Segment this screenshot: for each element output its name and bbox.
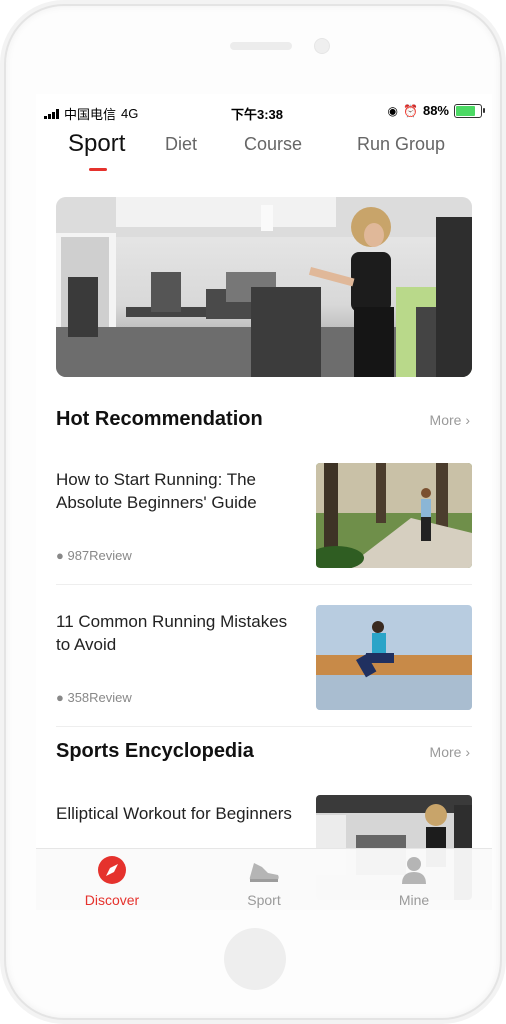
- carrier-label: 中国电信: [64, 107, 117, 122]
- status-right: ◉ ⏰ 88%: [387, 103, 485, 118]
- sneaker-icon: [249, 863, 279, 882]
- article-title: 11 Common Running Mistakes to Avoid: [56, 612, 288, 654]
- divider: [56, 726, 472, 727]
- tab-label: Mine: [398, 892, 430, 908]
- battery-percent: 88%: [422, 103, 449, 118]
- rotation-lock-icon: ◉: [387, 103, 399, 118]
- hot-recommendation-title: Hot Recommendation: [56, 408, 263, 430]
- alarm-icon: ⏰: [403, 103, 418, 118]
- tab-mine[interactable]: Mine: [354, 855, 474, 908]
- status-bar: 中国电信 4G 下午3:38 ◉ ⏰ 88%: [36, 94, 492, 128]
- article-thumbnail: [316, 605, 472, 710]
- network-label: 4G: [121, 106, 139, 121]
- more-label: More: [429, 412, 462, 428]
- tab-run-group[interactable]: Run Group: [357, 134, 445, 155]
- phone-camera: [314, 38, 330, 54]
- app-screen: 中国电信 4G 下午3:38 ◉ ⏰ 88% Sport Diet Course…: [36, 94, 492, 910]
- gym-illustration: [56, 197, 472, 377]
- review-count: 358Review: [67, 690, 132, 705]
- more-label: More: [429, 744, 462, 760]
- status-left: 中国电信 4G: [44, 104, 138, 123]
- person-icon: [402, 857, 426, 884]
- sports-encyclopedia-title: Sports Encyclopedia: [56, 740, 254, 762]
- tab-label: Discover: [84, 892, 140, 908]
- home-button[interactable]: [224, 928, 286, 990]
- tab-discover[interactable]: Discover: [52, 855, 172, 908]
- phone-frame: 中国电信 4G 下午3:38 ◉ ⏰ 88% Sport Diet Course…: [6, 6, 500, 1018]
- review-count: 987Review: [67, 548, 132, 563]
- article-title: Elliptical Workout for Beginners: [56, 804, 292, 823]
- article-thumbnail: [316, 463, 472, 568]
- park-runner-image: [316, 463, 472, 568]
- tab-sport[interactable]: Sport: [68, 130, 125, 158]
- article-review-count: ● 987Review: [56, 548, 132, 563]
- banner-image[interactable]: [56, 197, 472, 377]
- compass-icon: [98, 856, 126, 884]
- chevron-right-icon: ›: [461, 412, 470, 428]
- sports-encyclopedia-more[interactable]: More ›: [430, 744, 470, 760]
- battery-icon: [454, 103, 485, 118]
- hot-recommendation-more[interactable]: More ›: [430, 412, 470, 428]
- signal-icon: [44, 108, 59, 119]
- bottom-tab-bar: Discover Sport Mine: [36, 848, 492, 910]
- active-tab-indicator: [89, 168, 107, 171]
- tab-diet[interactable]: Diet: [165, 134, 197, 155]
- article-title: How to Start Running: The Absolute Begin…: [56, 470, 257, 512]
- tab-sport-nav[interactable]: Sport: [204, 855, 324, 908]
- tab-label: Sport: [247, 892, 281, 908]
- tab-course[interactable]: Course: [244, 134, 302, 155]
- status-time: 下午3:38: [231, 107, 284, 122]
- divider: [56, 584, 472, 585]
- chevron-right-icon: ›: [461, 744, 470, 760]
- battery-fill: [456, 105, 475, 116]
- article-review-count: ● 358Review: [56, 690, 132, 705]
- phone-speaker: [230, 42, 292, 50]
- lake-runner-image: [316, 605, 472, 710]
